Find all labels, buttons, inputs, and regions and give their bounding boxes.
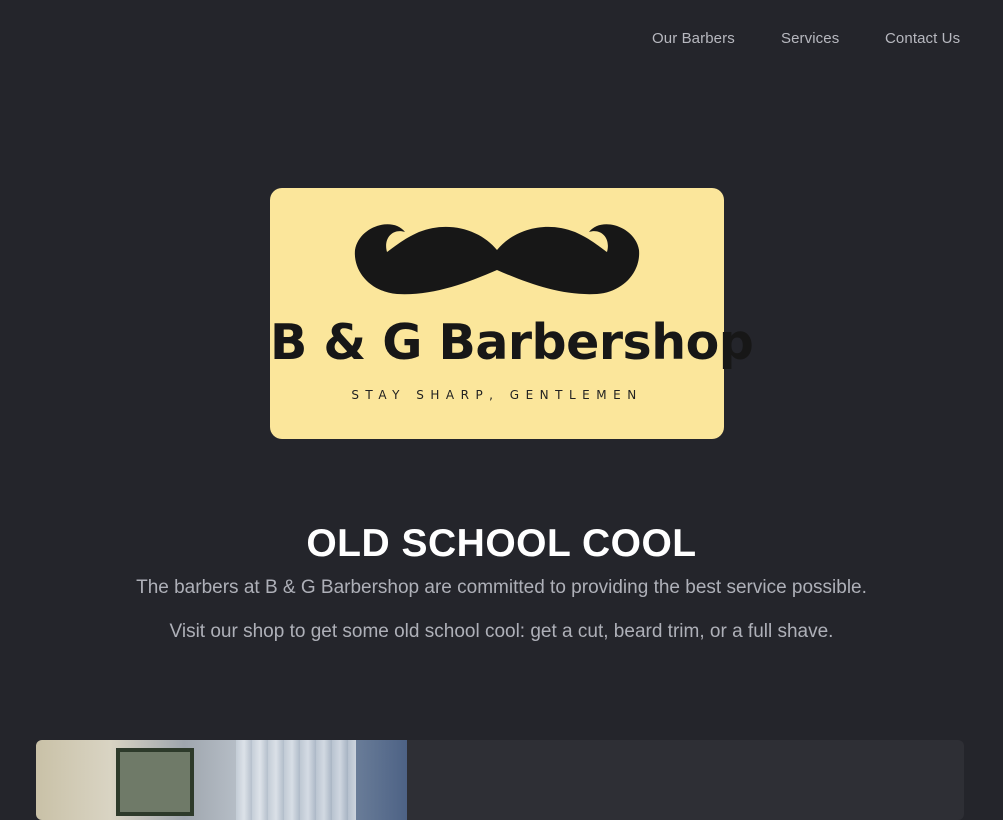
- nav-link-our-barbers[interactable]: Our Barbers: [652, 30, 735, 47]
- logo-brand-name: B & G Barbershop: [270, 314, 754, 371]
- feature-card: [36, 740, 964, 820]
- photo-curtain: [236, 740, 356, 820]
- logo-tagline: STAY SHARP, GENTLEMEN: [351, 388, 643, 402]
- hero-headline: OLD SCHOOL COOL: [306, 522, 697, 565]
- hero-paragraph-1: The barbers at B & G Barbershop are comm…: [136, 577, 867, 598]
- nav-link-services[interactable]: Services: [781, 30, 839, 47]
- barbershop-photo: [36, 740, 407, 820]
- photo-wall-frame: [116, 748, 194, 816]
- top-navigation: Our Barbers Services Contact Us: [0, 0, 1003, 78]
- barbershop-logo: B & G Barbershop STAY SHARP, GENTLEMEN: [270, 188, 754, 439]
- nav-link-contact-us[interactable]: Contact Us: [885, 30, 960, 47]
- mustache-icon: [354, 224, 640, 295]
- hero-paragraph-2: Visit our shop to get some old school co…: [169, 621, 834, 642]
